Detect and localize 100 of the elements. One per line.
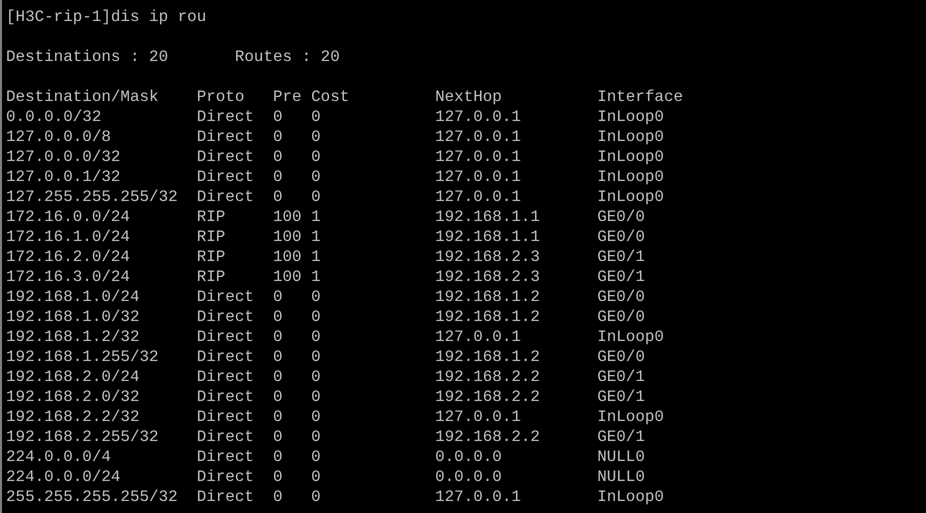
table-cell-text: NULL0 <box>597 447 646 467</box>
table-cell-text: 127.0.0.1 <box>435 107 522 127</box>
table-cell-text: 0 <box>272 127 284 147</box>
table-cell-text: 127.0.0.1 <box>435 167 522 187</box>
table-cell-text: 172.16.3.0/24 <box>6 267 131 287</box>
table-cell-text: Direct <box>196 167 255 187</box>
table-cell-text: 172.16.2.0/24 <box>6 247 131 267</box>
table-cell-text: Direct <box>196 127 255 147</box>
table-cell-text: 0 <box>311 467 322 487</box>
table-cell-text: 0 <box>311 387 322 407</box>
table-cell-text: 0 <box>311 427 322 447</box>
table-cell-text: Direct <box>196 347 255 367</box>
table-cell-text: 100 <box>272 227 303 247</box>
table-cell-text: InLoop0 <box>597 107 665 127</box>
table-cell-text: 0.0.0.0 <box>435 467 503 487</box>
table-cell-text: NULL0 <box>597 467 646 487</box>
table-cell-text: RIP <box>196 227 226 247</box>
table-cell-text: Direct <box>196 327 255 347</box>
summary-text: Destinations : 20 <box>6 47 170 67</box>
table-cell-text: 192.168.1.1 <box>435 207 541 227</box>
table-cell-text: RIP <box>196 247 226 267</box>
table-cell-text: InLoop0 <box>597 187 665 207</box>
table-cell-text: 192.168.2.255/32 <box>6 427 160 447</box>
table-cell-text: 192.168.2.2 <box>435 387 541 407</box>
table-cell-text: 0 <box>311 447 322 467</box>
table-cell-text: GE0/1 <box>597 367 646 387</box>
table-cell-text: 192.168.1.0/24 <box>6 287 141 307</box>
table-cell-text: 0.0.0.0/32 <box>6 107 102 127</box>
table-cell-text: 100 <box>272 207 303 227</box>
table-cell-text: 0 <box>311 107 322 127</box>
table-cell-text: 0 <box>311 487 322 507</box>
table-cell-text: 0 <box>272 147 284 167</box>
table-cell-text: RIP <box>196 207 226 227</box>
table-cell-text: RIP <box>196 267 226 287</box>
table-cell-text: Direct <box>196 447 255 467</box>
table-cell-text: 127.0.0.1 <box>435 147 522 167</box>
table-cell-text: 192.168.2.2 <box>435 427 541 447</box>
table-cell-text: 172.16.1.0/24 <box>6 227 131 247</box>
table-cell-text: Direct <box>196 427 255 447</box>
table-cell-text: 0 <box>272 167 284 187</box>
table-cell-text: 1 <box>311 267 322 287</box>
table-cell-text: 0 <box>272 387 284 407</box>
column-header: Cost <box>311 87 350 107</box>
table-cell-text: GE0/1 <box>597 267 646 287</box>
table-cell-text: GE0/0 <box>597 287 646 307</box>
table-cell-text: 127.0.0.1 <box>435 187 522 207</box>
table-cell-text: 192.168.2.0/24 <box>6 367 141 387</box>
table-cell-text: 192.168.2.3 <box>435 247 541 267</box>
table-cell-text: 0 <box>272 407 284 427</box>
table-cell-text: 100 <box>272 247 303 267</box>
table-cell-text: Direct <box>196 487 255 507</box>
table-cell-text: 0 <box>311 367 322 387</box>
table-cell-text: 1 <box>311 247 322 267</box>
table-cell-text: 0 <box>272 307 284 327</box>
table-cell-text: 0 <box>272 447 284 467</box>
column-header: Interface <box>597 87 684 107</box>
table-cell-text: InLoop0 <box>597 167 665 187</box>
table-cell-text: 0 <box>272 347 284 367</box>
table-cell-text: GE0/0 <box>597 207 646 227</box>
table-cell-text: 0 <box>272 467 284 487</box>
table-cell-text: GE0/0 <box>597 227 646 247</box>
table-cell-text: GE0/1 <box>597 387 646 407</box>
table-cell-text: 0 <box>311 187 322 207</box>
table-cell-text: Direct <box>196 367 255 387</box>
table-cell-text: 1 <box>311 227 322 247</box>
table-cell-text: Direct <box>196 307 255 327</box>
table-cell-text: 192.168.1.2 <box>435 347 541 367</box>
column-header: Destination/Mask <box>6 87 160 107</box>
table-cell-text: 0 <box>272 287 284 307</box>
table-cell-text: 0 <box>311 287 322 307</box>
table-cell-text: 1 <box>311 207 322 227</box>
table-cell-text: 0 <box>311 347 322 367</box>
table-cell-text: Direct <box>196 107 255 127</box>
table-cell-text: Direct <box>196 147 255 167</box>
table-cell-text: 192.168.1.2/32 <box>6 327 141 347</box>
table-cell-text: 0 <box>272 487 284 507</box>
table-cell-text: 192.168.1.2 <box>435 307 541 327</box>
table-cell-text: 127.0.0.1/32 <box>6 167 122 187</box>
table-cell-text: GE0/1 <box>597 427 646 447</box>
table-cell-text: Direct <box>196 467 255 487</box>
table-cell-text: 192.168.2.2/32 <box>6 407 141 427</box>
table-cell-text: 127.0.0.1 <box>435 407 522 427</box>
table-cell-text: InLoop0 <box>597 327 665 347</box>
table-cell-text: 0 <box>311 307 322 327</box>
table-cell-text: GE0/0 <box>597 347 646 367</box>
table-cell-text: Direct <box>196 187 255 207</box>
table-cell-text: 0 <box>272 187 284 207</box>
table-cell-text: InLoop0 <box>597 487 665 507</box>
table-cell-text: 0 <box>311 167 322 187</box>
table-cell-text: InLoop0 <box>597 407 665 427</box>
table-cell-text: 100 <box>272 267 303 287</box>
table-cell-text: 192.168.2.2 <box>435 367 541 387</box>
table-cell-text: 127.0.0.1 <box>435 127 522 147</box>
table-cell-text: 127.0.0.1 <box>435 487 522 507</box>
table-cell-text: 0 <box>272 367 284 387</box>
column-header: Pre <box>272 87 303 107</box>
table-cell-text: 0 <box>272 427 284 447</box>
table-cell-text: 255.255.255.255/32 <box>6 487 179 507</box>
column-header: Proto <box>196 87 246 107</box>
table-cell-text: 0 <box>311 327 322 347</box>
